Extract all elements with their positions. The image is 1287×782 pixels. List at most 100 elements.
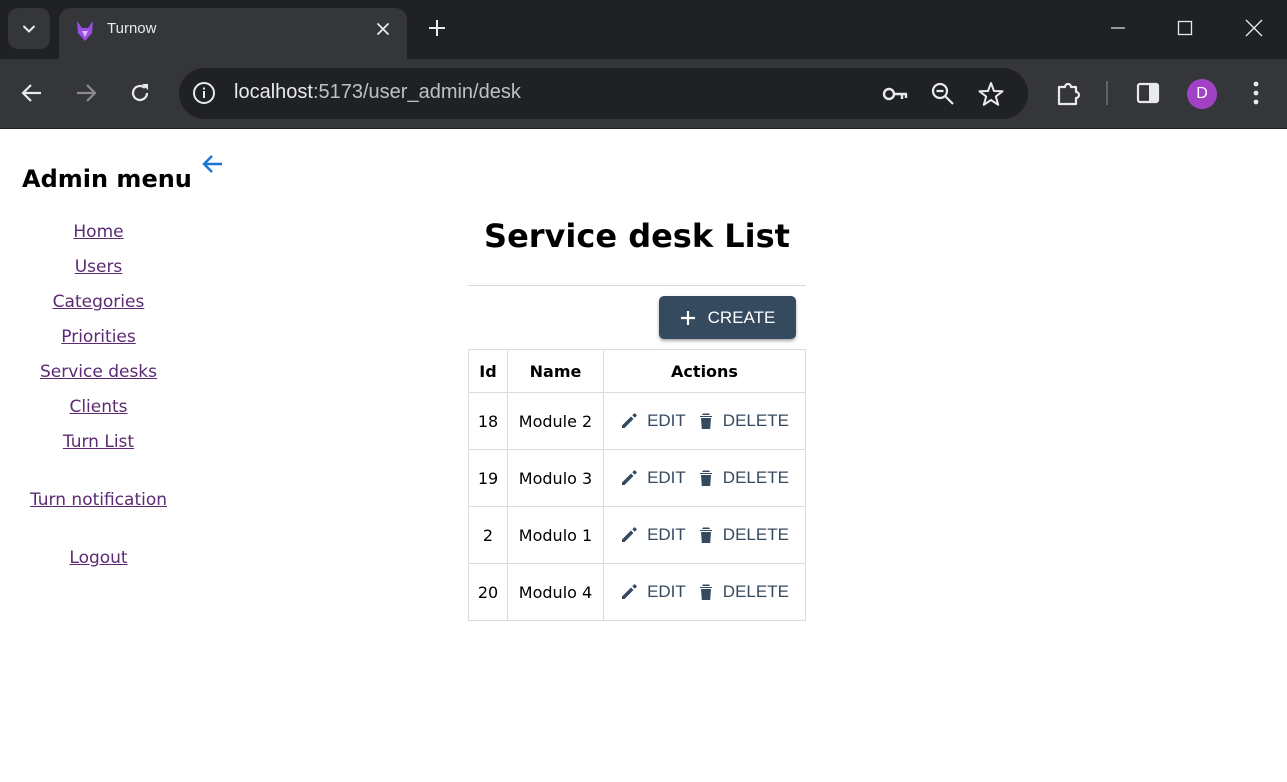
- close-icon: [1245, 19, 1263, 37]
- table-row: 2 Modulo 1 EDIT DELETE: [468, 506, 806, 564]
- delete-label: DELETE: [722, 411, 789, 430]
- arrow-left-icon: [21, 84, 41, 102]
- sidebar-item-categories[interactable]: Categories: [0, 292, 197, 312]
- browser-tab-bar: Turnow: [0, 0, 1287, 59]
- arrow-right-icon: [77, 84, 97, 102]
- sidebar-item-home[interactable]: Home: [0, 222, 197, 242]
- reload-icon: [131, 84, 149, 102]
- extensions-button[interactable]: [1054, 78, 1084, 108]
- forward-button[interactable]: [70, 77, 102, 109]
- edit-label: EDIT: [647, 468, 686, 487]
- column-header-actions: Actions: [603, 349, 806, 393]
- sidebar-item-clients[interactable]: Clients: [0, 397, 197, 417]
- zoom-button[interactable]: [929, 80, 957, 108]
- page-content: Admin menu Home Users Categories Priorit…: [0, 129, 1287, 782]
- cell-id: 2: [468, 506, 508, 564]
- more-vertical-icon: [1253, 81, 1259, 105]
- table-header-row: Id Name Actions: [468, 349, 806, 393]
- plus-icon: [680, 310, 695, 325]
- url-host: localhost: [234, 81, 313, 103]
- url-text[interactable]: localhost:5173/user_admin/desk: [234, 81, 521, 104]
- trash-icon: [699, 413, 712, 429]
- edit-label: EDIT: [647, 582, 686, 601]
- password-manager-button[interactable]: [881, 80, 909, 108]
- edit-label: EDIT: [647, 525, 686, 544]
- create-button[interactable]: CREATE: [659, 296, 796, 339]
- profile-avatar[interactable]: D: [1187, 79, 1217, 109]
- cell-actions: EDIT DELETE: [603, 449, 806, 507]
- minimize-icon: [1111, 27, 1125, 29]
- pencil-icon: [622, 413, 637, 428]
- cell-actions: EDIT DELETE: [603, 506, 806, 564]
- column-header-id: Id: [468, 349, 508, 393]
- cell-name: Module 2: [507, 392, 604, 450]
- sidebar-item-service-desks[interactable]: Service desks: [0, 362, 197, 382]
- delete-button[interactable]: DELETE: [692, 468, 795, 488]
- site-info-button[interactable]: [191, 80, 217, 106]
- side-panel-icon: [1136, 82, 1160, 104]
- info-icon: [193, 82, 215, 104]
- minimize-button[interactable]: [1096, 10, 1140, 46]
- title-divider: [468, 285, 806, 286]
- cell-name: Modulo 4: [507, 563, 604, 621]
- sidebar-item-logout[interactable]: Logout: [0, 548, 197, 568]
- cell-id: 20: [468, 563, 508, 621]
- tab-close-button[interactable]: [373, 19, 393, 39]
- bookmark-button[interactable]: [977, 80, 1005, 108]
- cell-name: Modulo 1: [507, 506, 604, 564]
- column-header-name: Name: [507, 349, 604, 393]
- trash-icon: [699, 584, 712, 600]
- table-row: 19 Modulo 3 EDIT DELETE: [468, 449, 806, 507]
- pencil-icon: [622, 527, 637, 542]
- side-panel-button[interactable]: [1133, 78, 1163, 108]
- maximize-icon: [1177, 20, 1193, 36]
- star-icon: [978, 82, 1004, 106]
- sidebar-item-priorities[interactable]: Priorities: [0, 327, 197, 347]
- delete-button[interactable]: DELETE: [692, 411, 795, 431]
- trash-icon: [699, 527, 712, 543]
- close-icon: [377, 23, 389, 35]
- maximize-button[interactable]: [1163, 10, 1207, 46]
- window-close-button[interactable]: [1232, 10, 1276, 46]
- table-row: 20 Modulo 4 EDIT DELETE: [468, 563, 806, 621]
- delete-label: DELETE: [722, 525, 789, 544]
- zoom-out-icon: [931, 82, 954, 105]
- browser-menu-button[interactable]: [1241, 78, 1271, 108]
- tab-search-button[interactable]: [8, 8, 50, 49]
- pencil-icon: [622, 470, 637, 485]
- new-tab-button[interactable]: [423, 14, 451, 42]
- cell-actions: EDIT DELETE: [603, 563, 806, 621]
- delete-label: DELETE: [722, 582, 789, 601]
- delete-button[interactable]: DELETE: [692, 525, 795, 545]
- cell-actions: EDIT DELETE: [603, 392, 806, 450]
- delete-button[interactable]: DELETE: [692, 582, 795, 602]
- sidebar-item-users[interactable]: Users: [0, 257, 197, 277]
- edit-button[interactable]: EDIT: [614, 468, 692, 488]
- toolbar-separator: [1106, 81, 1108, 105]
- cell-id: 19: [468, 449, 508, 507]
- sidebar-item-turn-notification[interactable]: Turn notification: [0, 490, 197, 510]
- back-button[interactable]: [16, 77, 48, 109]
- browser-tab-active[interactable]: Turnow: [59, 8, 407, 59]
- create-button-label: CREATE: [707, 307, 776, 327]
- page-title: Service desk List: [484, 217, 790, 255]
- reload-button[interactable]: [124, 77, 156, 109]
- key-icon: [882, 87, 908, 101]
- sidebar-item-turn-list[interactable]: Turn List: [0, 432, 197, 452]
- pencil-icon: [622, 584, 637, 599]
- chevron-down-icon: [23, 25, 35, 33]
- trash-icon: [699, 470, 712, 486]
- edit-button[interactable]: EDIT: [614, 525, 692, 545]
- delete-label: DELETE: [722, 468, 789, 487]
- table-row: 18 Module 2 EDIT DELETE: [468, 392, 806, 450]
- browser-toolbar: localhost:5173/user_admin/desk D: [0, 59, 1287, 129]
- cell-id: 18: [468, 392, 508, 450]
- puzzle-icon: [1057, 82, 1081, 106]
- collapse-menu-arrow-icon[interactable]: [200, 151, 226, 177]
- edit-button[interactable]: EDIT: [614, 582, 692, 602]
- service-desk-table: Id Name Actions 18 Module 2 EDIT DELETE …: [468, 349, 806, 621]
- address-bar[interactable]: localhost:5173/user_admin/desk: [179, 68, 1028, 119]
- sidebar-title: Admin menu: [22, 165, 192, 193]
- edit-label: EDIT: [647, 411, 686, 430]
- edit-button[interactable]: EDIT: [614, 411, 692, 431]
